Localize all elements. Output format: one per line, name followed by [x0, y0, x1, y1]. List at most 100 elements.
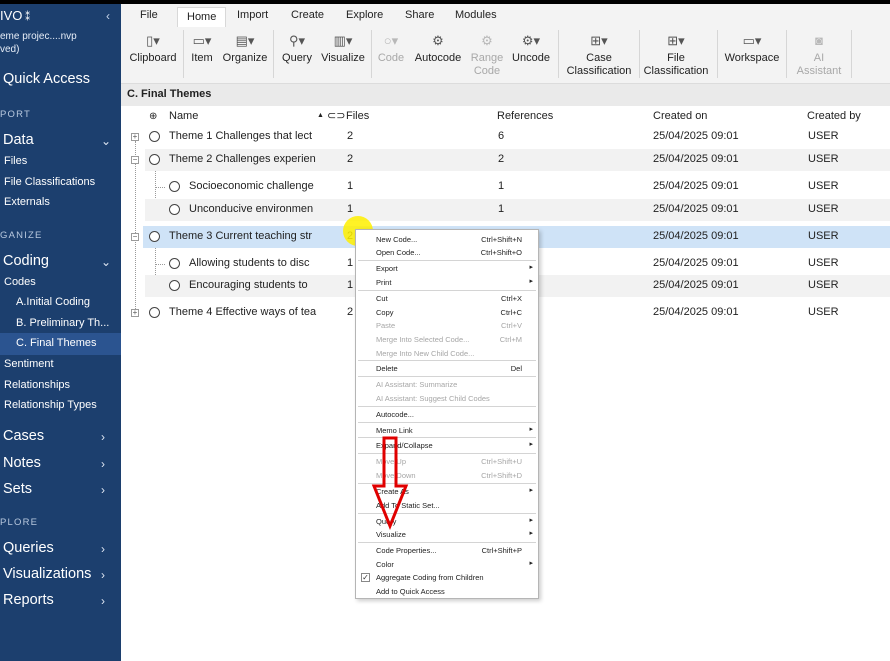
- organize-button[interactable]: ▤▾ Organize: [221, 32, 269, 65]
- add-column-icon[interactable]: ⊕: [149, 111, 157, 122]
- nav-files[interactable]: Files: [4, 155, 27, 167]
- menu-item-cut[interactable]: Cut Ctrl+X: [356, 292, 538, 305]
- menu-item-merge-new[interactable]: Merge Into New Child Code...: [356, 347, 538, 360]
- chevron-right-icon[interactable]: ›: [101, 483, 105, 497]
- chevron-right-icon[interactable]: ›: [101, 457, 105, 471]
- code-radio-icon[interactable]: [149, 131, 160, 142]
- code-radio-icon[interactable]: [169, 204, 180, 215]
- tab-modules[interactable]: Modules: [455, 9, 497, 21]
- collapse-icon[interactable]: −: [131, 156, 139, 164]
- nav-sets[interactable]: Sets: [3, 481, 32, 497]
- menu-item-ai-summarize[interactable]: AI Assistant: Summarize: [356, 378, 538, 391]
- nav-data[interactable]: Data: [3, 132, 34, 148]
- ai-assistant-button[interactable]: ◙ AI Assistant: [793, 32, 845, 78]
- tab-explore[interactable]: Explore: [346, 9, 383, 21]
- code-radio-icon[interactable]: [149, 154, 160, 165]
- table-row[interactable]: Unconducive environmen 1 1 25/04/2025 09…: [145, 199, 890, 221]
- created-on: 25/04/2025 09:01: [653, 130, 739, 142]
- nav-externals[interactable]: Externals: [4, 196, 50, 208]
- menu-item-color[interactable]: Color ▸: [356, 558, 538, 571]
- checkmark-icon[interactable]: ✓: [361, 573, 370, 582]
- collapse-sidebar-icon[interactable]: ‹: [106, 9, 110, 23]
- nav-file-classifications[interactable]: File Classifications: [4, 176, 95, 188]
- clipboard-button[interactable]: ▯▾ Clipboard: [129, 32, 177, 65]
- code-radio-icon[interactable]: [169, 181, 180, 192]
- visualize-button[interactable]: ▥▾ Visualize: [319, 32, 367, 65]
- nav-relationship-types[interactable]: Relationship Types: [4, 399, 97, 411]
- nav-relationships[interactable]: Relationships: [4, 379, 70, 391]
- code-radio-icon[interactable]: [149, 231, 160, 242]
- chevron-down-icon[interactable]: ⌄: [101, 134, 111, 148]
- created-by: USER: [808, 279, 839, 291]
- nav-reports[interactable]: Reports: [3, 592, 54, 608]
- menu-item-add-quick-access[interactable]: Add to Quick Access: [356, 585, 538, 598]
- menu-item-merge-selected[interactable]: Merge Into Selected Code... Ctrl+M: [356, 333, 538, 346]
- references-count: 2: [498, 153, 505, 165]
- menu-item-code-properties[interactable]: Code Properties... Ctrl+Shift+P: [356, 544, 538, 557]
- nav-coding[interactable]: Coding: [3, 253, 49, 269]
- menu-item-paste[interactable]: Paste Ctrl+V: [356, 319, 538, 332]
- menu-divider: [358, 290, 536, 291]
- nav-code-preliminary[interactable]: B. Preliminary Th...: [16, 317, 109, 329]
- nav-codes[interactable]: Codes: [4, 276, 36, 288]
- created-by: USER: [808, 230, 839, 242]
- created-on: 25/04/2025 09:01: [653, 279, 739, 291]
- collapse-icon[interactable]: −: [131, 233, 139, 241]
- tab-file[interactable]: File: [140, 9, 158, 21]
- chevron-down-icon[interactable]: ⌄: [101, 255, 111, 269]
- menu-item-export[interactable]: Export ▸: [356, 262, 538, 275]
- range-code-button[interactable]: ⚙ Range Code: [469, 32, 505, 78]
- code-button[interactable]: ○▾ Code: [376, 32, 406, 65]
- nav-visualizations[interactable]: Visualizations: [3, 566, 91, 582]
- new-item-button[interactable]: ▭▾ Item: [189, 32, 215, 65]
- menu-item-open-code[interactable]: Open Code... Ctrl+Shift+O: [356, 246, 538, 259]
- column-header-created-on[interactable]: Created on: [653, 110, 707, 122]
- menu-item-print[interactable]: Print ▸: [356, 276, 538, 289]
- table-row[interactable]: Theme 1 Challenges that lect 2 6 25/04/2…: [145, 126, 890, 148]
- menu-item-ai-suggest[interactable]: AI Assistant: Suggest Child Codes: [356, 392, 538, 405]
- sort-ascending-icon[interactable]: ▲: [317, 112, 324, 119]
- chevron-right-icon[interactable]: ›: [101, 568, 105, 582]
- autocode-icon: ⚙: [432, 33, 444, 48]
- code-radio-icon[interactable]: [169, 258, 180, 269]
- nav-queries[interactable]: Queries: [3, 540, 54, 556]
- uncode-button[interactable]: ⚙▾ Uncode: [509, 32, 553, 65]
- nav-cases[interactable]: Cases: [3, 428, 44, 444]
- files-count: 2: [347, 153, 354, 165]
- nav-code-final-themes[interactable]: C. Final Themes: [16, 337, 97, 349]
- menu-item-aggregate[interactable]: ✓ Aggregate Coding from Children: [356, 571, 538, 584]
- table-row[interactable]: Socioeconomic challenge 1 1 25/04/2025 0…: [145, 176, 890, 198]
- expand-icon[interactable]: +: [131, 133, 139, 141]
- expand-icon[interactable]: +: [131, 309, 139, 317]
- table-row[interactable]: Theme 2 Challenges experien 2 2 25/04/20…: [145, 149, 890, 171]
- tab-home[interactable]: Home: [177, 7, 227, 27]
- navigation-sidebar: IVO ⁑ ‹ eme projec....nvp ved) Quick Acc…: [0, 4, 121, 661]
- column-header-created-by[interactable]: Created by: [807, 110, 861, 122]
- nav-code-initial[interactable]: A.Initial Coding: [16, 296, 90, 308]
- tab-share[interactable]: Share: [405, 9, 434, 21]
- case-classification-button[interactable]: ⊞▾ Case Classification: [563, 32, 635, 78]
- menu-item-delete[interactable]: Delete Del: [356, 362, 538, 375]
- file-classification-button[interactable]: ⊞▾ File Classification: [643, 32, 709, 78]
- tab-import[interactable]: Import: [237, 9, 268, 21]
- nav-sentiment[interactable]: Sentiment: [4, 358, 54, 370]
- nav-quick-access[interactable]: Quick Access: [3, 71, 90, 87]
- query-button[interactable]: ⚲▾ Query: [279, 32, 315, 65]
- menu-item-copy[interactable]: Copy Ctrl+C: [356, 306, 538, 319]
- nav-notes[interactable]: Notes: [3, 455, 41, 471]
- workspace-button[interactable]: ▭▾ Workspace: [723, 32, 781, 65]
- column-header-references[interactable]: References: [497, 110, 553, 122]
- code-radio-icon[interactable]: [149, 307, 160, 318]
- code-radio-icon[interactable]: [169, 280, 180, 291]
- chevron-right-icon[interactable]: ›: [101, 594, 105, 608]
- tab-create[interactable]: Create: [291, 9, 324, 21]
- column-header-files[interactable]: Files: [346, 110, 369, 122]
- chevron-right-icon[interactable]: ›: [101, 542, 105, 556]
- code-icon: ○▾: [383, 33, 399, 48]
- autocode-button[interactable]: ⚙ Autocode: [412, 32, 464, 65]
- column-header-name[interactable]: Name: [169, 110, 198, 122]
- chevron-right-icon[interactable]: ›: [101, 430, 105, 444]
- menu-item-autocode[interactable]: Autocode...: [356, 408, 538, 421]
- menu-item-new-code[interactable]: New Code... Ctrl+Shift+N: [356, 233, 538, 246]
- created-by: USER: [808, 180, 839, 192]
